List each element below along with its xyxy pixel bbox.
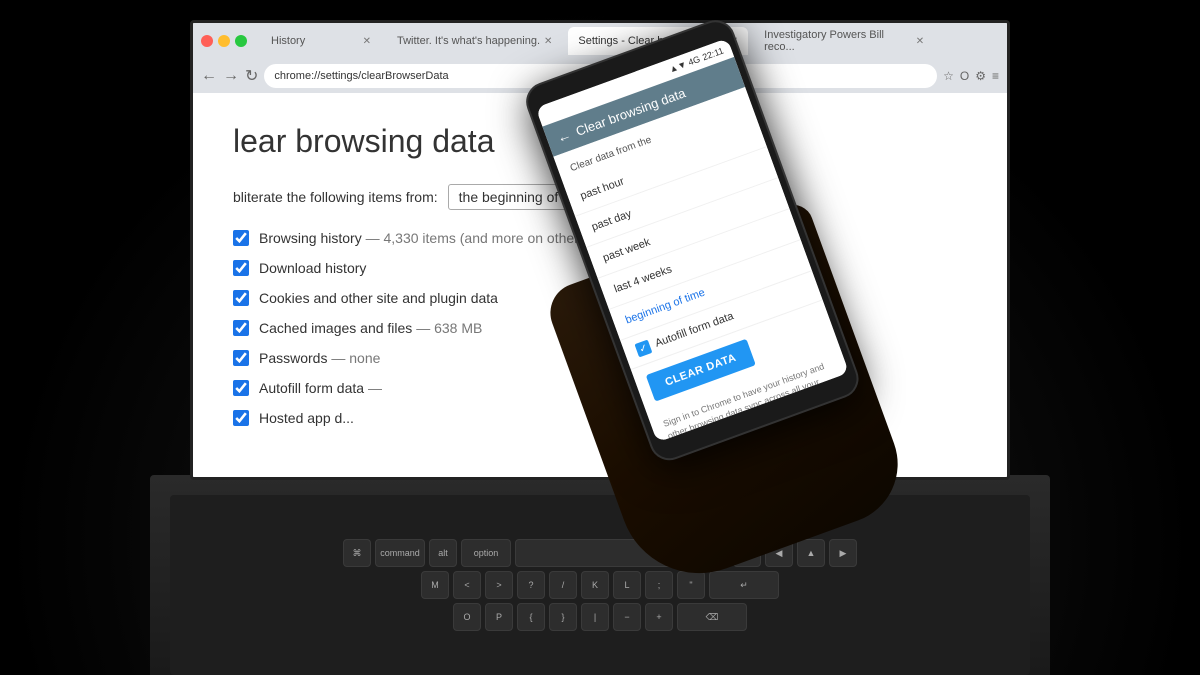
star-icon[interactable]: ☆ [943,69,954,83]
back-arrow-icon[interactable]: ← [555,126,574,146]
autofill-checkbox[interactable] [233,380,249,396]
keyboard-row-3: O P { } | − + ⌫ [453,603,747,631]
time-display: 22:11 [701,46,725,63]
opera-icon[interactable]: O [960,69,969,83]
close-button[interactable] [201,35,213,47]
key[interactable]: < [453,571,481,599]
passwords-checkbox[interactable] [233,350,249,366]
tab-label: Twitter. It's what's happening. [397,35,540,47]
cookies-checkbox[interactable] [233,290,249,306]
item-detail: — 638 MB [416,320,482,336]
menu-icon[interactable]: ≡ [992,69,999,83]
item-label: Download history [259,260,366,276]
tab-close-icon[interactable]: ✕ [544,36,552,47]
hosted-app-checkbox[interactable] [233,410,249,426]
delete-key[interactable]: ⌫ [677,603,747,631]
tab-label: Investigatory Powers Bill reco... [764,29,912,53]
key[interactable]: command [375,539,425,567]
tab-close-icon[interactable]: ✕ [363,36,371,47]
item-label: Hosted app d... [259,410,354,426]
extensions-icon[interactable]: ⚙ [975,69,986,83]
key[interactable]: { [517,603,545,631]
item-label: Autofill form data — [259,380,382,396]
key[interactable]: P [485,603,513,631]
key[interactable]: K [581,571,609,599]
key[interactable]: L [613,571,641,599]
key[interactable]: − [613,603,641,631]
item-label: Passwords — none [259,350,380,366]
keyboard-row-2: M < > ? / K L ; " ↵ [421,571,779,599]
obliterate-label: bliterate the following items from: [233,189,438,205]
phone-autofill-checkbox[interactable]: ✓ [634,340,652,358]
key[interactable]: M [421,571,449,599]
tab-close-icon[interactable]: ✕ [916,36,924,47]
item-label: Cookies and other site and plugin data [259,290,498,306]
maximize-button[interactable] [235,35,247,47]
item-detail: — [368,380,382,396]
tab-label: History [271,35,305,47]
key[interactable]: + [645,603,673,631]
download-history-checkbox[interactable] [233,260,249,276]
key[interactable]: / [549,571,577,599]
url-text: chrome://settings/clearBrowserData [274,70,448,82]
item-label: Cached images and files — 638 MB [259,320,482,336]
key[interactable]: O [453,603,481,631]
back-button[interactable]: ← [201,67,217,85]
key[interactable]: } [549,603,577,631]
refresh-button[interactable]: ↻ [245,66,258,86]
key[interactable]: ? [517,571,545,599]
keyboard-area: ⌘ command alt option option alt ◀ ▲ ▶ M … [170,495,1030,675]
key[interactable]: " [677,571,705,599]
omnibar-actions: ☆ O ⚙ ≡ [943,69,999,83]
key[interactable]: | [581,603,609,631]
tab-twitter[interactable]: Twitter. It's what's happening. ✕ [387,27,562,55]
chrome-titlebar: History ✕ Twitter. It's what's happening… [193,23,1007,59]
enter-key[interactable]: ↵ [709,571,779,599]
minimize-button[interactable] [218,35,230,47]
browsing-history-checkbox[interactable] [233,230,249,246]
item-detail: — none [331,350,380,366]
key[interactable]: ▲ [797,539,825,567]
key[interactable]: > [485,571,513,599]
laptop-base: ⌘ command alt option option alt ◀ ▲ ▶ M … [150,475,1050,675]
key[interactable]: alt [429,539,457,567]
key[interactable]: option [461,539,511,567]
cache-checkbox[interactable] [233,320,249,336]
key[interactable]: ; [645,571,673,599]
forward-button[interactable]: → [223,67,239,85]
key[interactable]: ▶ [829,539,857,567]
tab-history[interactable]: History ✕ [261,27,381,55]
key[interactable]: ⌘ [343,539,371,567]
traffic-lights [201,35,247,47]
